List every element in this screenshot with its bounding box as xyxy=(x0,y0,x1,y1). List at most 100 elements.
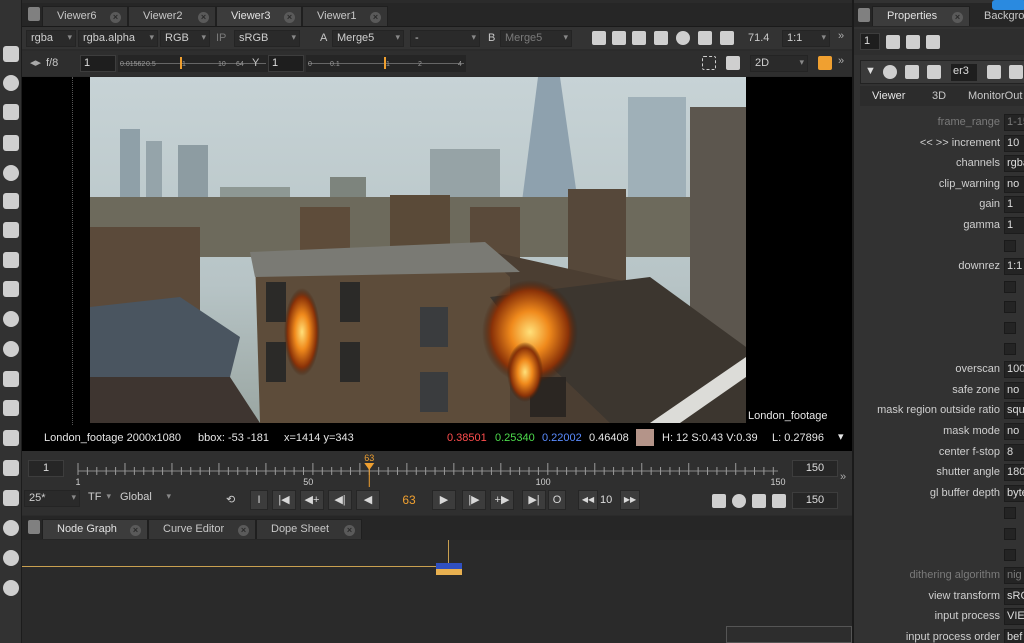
next-increment-button[interactable]: +▶ xyxy=(490,490,514,510)
export-icon[interactable] xyxy=(772,494,786,508)
play-backward-button[interactable]: ◀ xyxy=(356,490,380,510)
scope-dropdown[interactable]: Global xyxy=(116,490,174,507)
knob-value-field[interactable]: byte xyxy=(1004,484,1024,502)
knob-value-field[interactable]: rgba xyxy=(1004,155,1024,173)
tab-background[interactable]: Background xyxy=(984,10,1024,22)
knob-value-field[interactable]: 1 xyxy=(1004,217,1024,234)
info-dropdown-icon[interactable]: ▾ xyxy=(838,430,844,443)
knob-checkbox[interactable] xyxy=(1004,280,1016,293)
close-icon[interactable]: × xyxy=(198,12,209,23)
knob-value-field[interactable]: bef xyxy=(1004,629,1024,643)
close-icon[interactable]: × xyxy=(130,525,141,536)
tab-viewer3[interactable]: Viewer3 × xyxy=(216,6,302,26)
proxy-scale-dropdown[interactable]: 1:1 xyxy=(782,30,830,47)
roi-icon[interactable] xyxy=(592,31,606,45)
pencil-icon[interactable] xyxy=(926,35,940,49)
set-in-button[interactable]: I xyxy=(250,490,268,510)
tab-viewer2[interactable]: Viewer2 × xyxy=(128,6,216,26)
knob-checkbox[interactable] xyxy=(1004,528,1016,540)
gamma-slider[interactable]: 0 0.1 1 2 4 xyxy=(306,55,466,72)
region-select-icon[interactable] xyxy=(702,56,716,70)
knob-checkbox[interactable] xyxy=(1004,548,1016,561)
prev-increment-button[interactable]: ◀+ xyxy=(300,490,324,510)
lock-icon[interactable] xyxy=(752,494,766,508)
viewer-process-dropdown[interactable]: sRGB xyxy=(234,30,300,47)
play-forward-button[interactable]: ▶ xyxy=(432,490,456,510)
knob-checkbox[interactable] xyxy=(1004,239,1016,252)
transform-tool-icon[interactable] xyxy=(3,252,19,268)
zebra-icon[interactable] xyxy=(612,31,626,45)
knob-value-field[interactable]: 1-150 xyxy=(1004,114,1024,131)
gpu-icon[interactable] xyxy=(698,31,712,45)
end-frame-field[interactable]: 150 xyxy=(792,492,838,509)
views-tool-icon[interactable] xyxy=(3,371,19,387)
filter-tool-icon[interactable] xyxy=(3,165,19,181)
view-mode-dropdown[interactable]: 2D xyxy=(750,55,808,72)
furnace-tool-icon[interactable] xyxy=(3,490,19,506)
knob-value-field[interactable]: 1:1 xyxy=(1004,258,1024,276)
close-panel-icon[interactable] xyxy=(1009,65,1023,79)
more-chevron-icon[interactable]: » xyxy=(838,55,844,67)
max-panels-field[interactable]: 1 xyxy=(860,33,880,50)
knob-value-field[interactable]: sRGB xyxy=(1004,587,1024,605)
color-mode-dropdown[interactable]: RGB xyxy=(160,30,210,47)
ofx-tool-icon[interactable] xyxy=(3,520,19,536)
next-keyframe-button[interactable]: |▶ xyxy=(462,490,486,510)
pane-grip-icon[interactable] xyxy=(858,8,870,22)
flipbook-play-icon[interactable] xyxy=(712,494,726,508)
particles-tool-icon[interactable] xyxy=(3,311,19,327)
more-chevron-icon[interactable]: » xyxy=(838,30,844,42)
knob-checkbox[interactable] xyxy=(1004,507,1016,520)
cara-tool-icon[interactable] xyxy=(3,580,19,596)
deep-tool-icon[interactable] xyxy=(3,341,19,357)
gain-slider[interactable]: 0.01562 0.5 1 10 64 xyxy=(118,55,268,72)
merge-tool-icon[interactable] xyxy=(3,222,19,238)
timeline-ruler[interactable]: 1 50 100 150 63 xyxy=(74,453,786,489)
input-a-dropdown[interactable]: Merge5 xyxy=(332,30,404,47)
close-icon[interactable]: × xyxy=(952,12,963,23)
close-icon[interactable]: × xyxy=(344,525,355,536)
knob-value-field[interactable]: VIEW xyxy=(1004,608,1024,626)
knob-value-field[interactable]: nig xyxy=(1004,567,1024,585)
input-icon[interactable] xyxy=(905,65,919,79)
more-chevron-icon[interactable]: » xyxy=(840,471,846,483)
channels-dropdown[interactable]: rgba xyxy=(26,30,76,47)
pane-grip-icon[interactable] xyxy=(28,520,40,534)
navigator-minimap[interactable] xyxy=(726,626,852,643)
wipe-mode-dropdown[interactable]: - xyxy=(410,30,480,47)
pause-icon[interactable] xyxy=(720,31,734,45)
color-tool-icon[interactable] xyxy=(3,135,19,151)
pane-grip-icon[interactable] xyxy=(28,7,40,21)
input-b-dropdown[interactable]: Merge5 xyxy=(500,30,572,47)
transform-handle-icon[interactable] xyxy=(726,56,740,70)
in-frame-field[interactable]: 1 xyxy=(28,460,64,477)
checker-icon[interactable] xyxy=(632,31,646,45)
node-name-field[interactable]: er3 xyxy=(951,64,977,81)
tab-monitor-out[interactable]: MonitorOut xyxy=(968,90,1022,102)
knob-value-field[interactable]: 1 xyxy=(1004,196,1024,214)
knob-value-field[interactable]: 180 xyxy=(1004,464,1024,482)
step-forward-button[interactable]: ▶▶ xyxy=(620,490,640,510)
knob-value-field[interactable]: 8 xyxy=(1004,443,1024,461)
step-increment[interactable]: 10 xyxy=(600,494,612,506)
gain-field[interactable]: 1 xyxy=(80,55,116,72)
record-icon[interactable] xyxy=(732,494,746,508)
tf-dropdown[interactable]: TF xyxy=(84,490,114,507)
playhead-marker[interactable] xyxy=(364,463,375,470)
knob-value-field[interactable]: 100 xyxy=(1004,361,1024,379)
clear-icon[interactable] xyxy=(906,35,920,49)
close-icon[interactable]: × xyxy=(284,12,295,23)
tab-properties[interactable]: Properties × xyxy=(872,6,970,26)
prev-keyframe-button[interactable]: ◀| xyxy=(328,490,352,510)
time-tool-icon[interactable] xyxy=(3,75,19,91)
channel-tool-icon[interactable] xyxy=(3,104,19,120)
set-out-button[interactable]: O xyxy=(548,490,566,510)
node-graph-canvas[interactable] xyxy=(22,540,852,643)
knob-value-field[interactable]: no xyxy=(1004,381,1024,399)
out-frame-field[interactable]: 150 xyxy=(792,460,838,477)
brush-tool-icon[interactable] xyxy=(3,46,19,62)
knob-checkbox[interactable] xyxy=(1004,342,1016,355)
knob-checkbox[interactable] xyxy=(1004,301,1016,314)
step-back-button[interactable]: ◀◀ xyxy=(578,490,598,510)
alpha-channel-dropdown[interactable]: rgba.alpha xyxy=(78,30,158,47)
